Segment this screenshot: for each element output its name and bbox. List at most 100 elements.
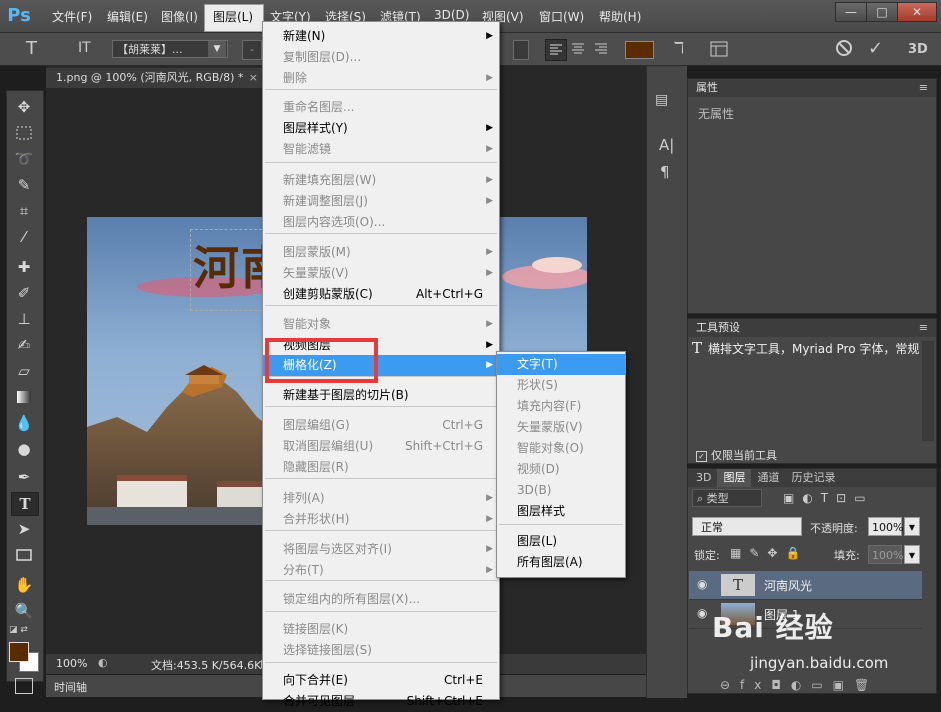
eye-icon[interactable]: ◉: [697, 606, 707, 620]
menu-3d[interactable]: 3D(D): [434, 8, 469, 22]
eraser-tool-icon[interactable]: ▱: [11, 360, 37, 382]
panel-menu-icon[interactable]: ≡: [919, 319, 928, 337]
layers-panel-footer-icons[interactable]: ⊖fx◘◐▭▣🗑: [720, 678, 879, 692]
menu-item-new[interactable]: 新建(N) ▶: [263, 26, 499, 47]
menu-item-new-fill-layer[interactable]: 新建填充图层(W) ▶: [263, 170, 499, 191]
text-tool-preset-icon[interactable]: T: [26, 38, 37, 59]
fill-input[interactable]: 100%: [868, 545, 903, 564]
menu-item-new-adjustment-layer[interactable]: 新建调整图层(J) ▶: [263, 191, 499, 212]
layer-name[interactable]: 河南风光: [764, 577, 812, 594]
dodge-tool-icon[interactable]: ●: [11, 438, 37, 460]
tool-preset-item[interactable]: T 横排文字工具，Myriad Pro 字体，常规: [692, 339, 920, 359]
text-orientation-icon[interactable]: IT: [78, 40, 91, 56]
align-left-button[interactable]: [545, 39, 567, 61]
character-panel-icon[interactable]: A|: [659, 136, 674, 154]
menu-window[interactable]: 窗口(W): [539, 8, 584, 25]
clone-stamp-tool-icon[interactable]: ⊥: [11, 308, 37, 330]
rasterize-item-shape[interactable]: 形状(S): [497, 375, 625, 396]
brush-tool-icon[interactable]: ✐: [11, 282, 37, 304]
menu-image[interactable]: 图像(I): [161, 8, 198, 25]
rasterize-item-3d[interactable]: 3D(B): [497, 480, 625, 501]
blur-tool-icon[interactable]: 💧: [11, 412, 37, 434]
menu-item-smart-objects[interactable]: 智能对象 ▶: [263, 314, 499, 335]
paragraph-panel-icon[interactable]: ¶: [660, 163, 670, 181]
rasterize-item-video[interactable]: 视频(D): [497, 459, 625, 480]
chevron-down-icon[interactable]: ▼: [208, 41, 226, 57]
layer-row[interactable]: ◉ T 河南风光: [689, 571, 922, 600]
cancel-edit-button[interactable]: [834, 38, 854, 58]
history-brush-tool-icon[interactable]: ✍: [11, 334, 37, 356]
horizontal-type-tool-icon[interactable]: T: [11, 492, 39, 516]
panel-menu-icon[interactable]: ≡: [919, 79, 928, 97]
history-panel-icon[interactable]: ▤: [655, 92, 668, 108]
menu-item-hide-layers[interactable]: 隐藏图层(R): [263, 457, 499, 478]
foreground-color-swatch[interactable]: [9, 642, 29, 662]
menu-file[interactable]: 文件(F): [52, 8, 92, 25]
menu-item-select-linked-layers[interactable]: 选择链接图层(S): [263, 640, 499, 661]
rasterize-item-type[interactable]: 文字(T): [497, 354, 625, 375]
fill-dropdown[interactable]: ▼: [904, 545, 920, 564]
menu-item-merge-down[interactable]: 向下合并(E) Ctrl+E: [263, 670, 499, 691]
align-right-button[interactable]: [591, 39, 611, 59]
tool-presets-scrollbar[interactable]: [922, 341, 934, 441]
menu-item-layer-mask[interactable]: 图层蒙版(M) ▶: [263, 242, 499, 263]
text-color-swatch[interactable]: [625, 41, 654, 59]
canvas-text-layer[interactable]: 河南: [193, 232, 263, 292]
menu-item-new-layer-based-slice[interactable]: 新建基于图层的切片(B): [263, 385, 499, 406]
antialias-select[interactable]: [513, 40, 529, 60]
menu-item-delete[interactable]: 删除 ▶: [263, 68, 499, 89]
opacity-dropdown[interactable]: ▼: [904, 517, 920, 536]
lasso-tool-icon[interactable]: ➰: [11, 148, 37, 170]
minimize-button[interactable]: —: [835, 2, 867, 22]
menu-item-arrange[interactable]: 排列(A) ▶: [263, 488, 499, 509]
pen-tool-icon[interactable]: ✒: [11, 466, 37, 488]
timeline-tab[interactable]: 时间轴: [54, 679, 87, 695]
healing-brush-tool-icon[interactable]: ✚: [11, 256, 37, 278]
eyedropper-tool-icon[interactable]: ⁄: [11, 226, 37, 248]
menu-item-distribute[interactable]: 分布(T) ▶: [263, 560, 499, 581]
tab-3d[interactable]: 3D: [690, 469, 717, 487]
menu-help[interactable]: 帮助(H): [599, 8, 641, 25]
menu-item-rename-layer[interactable]: 重命名图层...: [263, 97, 499, 118]
menu-item-duplicate-layer[interactable]: 复制图层(D)...: [263, 47, 499, 68]
menu-item-merge-visible[interactable]: 合并可见图层 Shift+Ctrl+E: [263, 691, 499, 712]
blend-mode-select[interactable]: 正常: [692, 517, 802, 536]
quick-selection-tool-icon[interactable]: ✎: [11, 174, 37, 196]
document-tab[interactable]: 1.png @ 100% (河南风光, RGB/8) * ×: [46, 68, 264, 88]
layer-filter-icons[interactable]: ▣◐T⊡▭: [783, 491, 874, 505]
eye-icon[interactable]: ◉: [697, 577, 707, 591]
warp-text-icon[interactable]: ℸ: [668, 38, 690, 60]
lock-icons[interactable]: ▦✎✥🔒: [730, 546, 808, 560]
gradient-tool-icon[interactable]: [11, 386, 37, 408]
menu-item-layer-content-options[interactable]: 图层内容选项(O)...: [263, 212, 499, 233]
3d-mode-button[interactable]: 3D: [908, 42, 928, 57]
tab-layers[interactable]: 图层: [717, 469, 752, 487]
close-button[interactable]: ✕: [897, 2, 937, 22]
menu-item-ungroup-layers[interactable]: 取消图层编组(U) Shift+Ctrl+G: [263, 436, 499, 457]
rasterize-item-layer[interactable]: 图层(L): [497, 531, 625, 552]
menu-item-layer-style[interactable]: 图层样式(Y) ▶: [263, 118, 499, 139]
menu-layer[interactable]: 图层(L): [213, 8, 253, 25]
tab-channels[interactable]: 通道: [751, 469, 785, 487]
zoom-tool-icon[interactable]: 🔍: [11, 600, 37, 622]
opacity-input[interactable]: 100%: [868, 517, 903, 536]
zoom-level[interactable]: 100%: [56, 657, 87, 670]
path-selection-tool-icon[interactable]: ➤: [11, 518, 37, 540]
close-tab-icon[interactable]: ×: [249, 68, 258, 88]
align-center-button[interactable]: [568, 39, 588, 59]
menu-item-align-layers-to-selection[interactable]: 将图层与选区对齐(I) ▶: [263, 539, 499, 560]
current-tool-only-checkbox[interactable]: ✓ 仅限当前工具: [696, 447, 777, 463]
menu-item-lock-all-layers-in-group[interactable]: 锁定组内的所有图层(X)...: [263, 589, 499, 610]
rasterize-item-smart-object[interactable]: 智能对象(O): [497, 438, 625, 459]
rasterize-item-fill-content[interactable]: 填充内容(F): [497, 396, 625, 417]
crop-tool-icon[interactable]: ⌗: [11, 200, 37, 222]
menu-item-smart-filter[interactable]: 智能滤镜 ▶: [263, 139, 499, 160]
menu-item-link-layers[interactable]: 链接图层(K): [263, 619, 499, 640]
default-colors-icon[interactable]: ◪ ⇄: [9, 625, 28, 635]
status-info-icon[interactable]: ◐: [98, 656, 108, 669]
maximize-button[interactable]: □: [866, 2, 898, 22]
menu-item-group-layers[interactable]: 图层编组(G) Ctrl+G: [263, 415, 499, 436]
menu-item-combine-shapes[interactable]: 合并形状(H) ▶: [263, 509, 499, 530]
menu-edit[interactable]: 编辑(E): [107, 8, 148, 25]
rasterize-item-all-layers[interactable]: 所有图层(A): [497, 552, 625, 573]
